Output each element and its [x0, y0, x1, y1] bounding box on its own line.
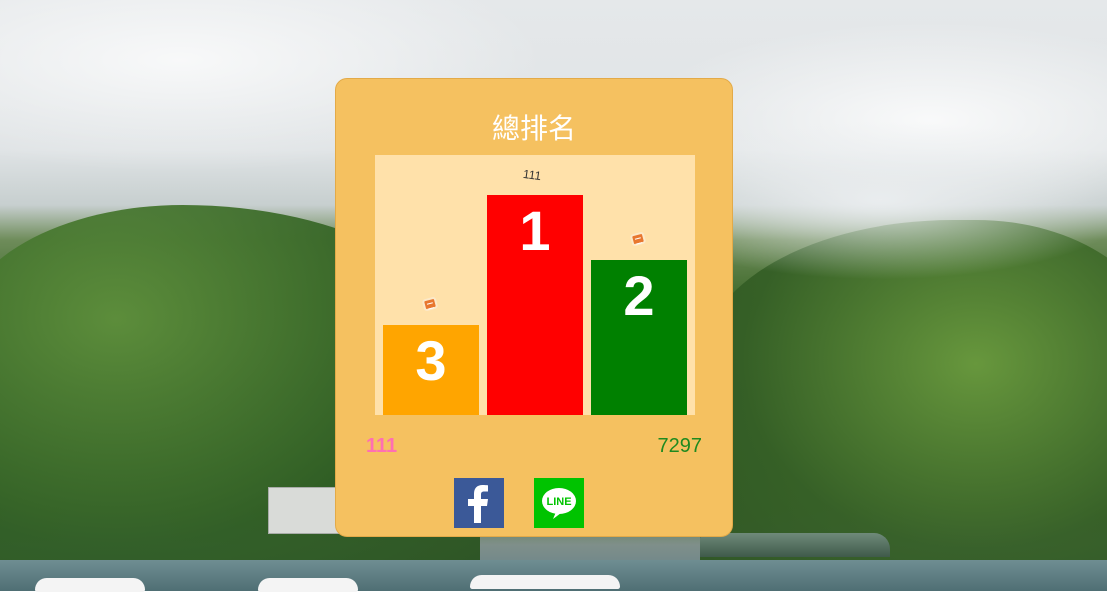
boat	[470, 575, 620, 589]
line-share-button[interactable]: LINE	[534, 478, 584, 528]
bar-label: 1	[519, 199, 551, 262]
facebook-icon	[454, 478, 504, 528]
ranking-card: 總排名 3 1 2 111 111 7297 LINE	[335, 78, 733, 537]
top-name-tag: 111	[522, 166, 543, 184]
boat	[258, 578, 358, 592]
bar-rank-1: 1	[487, 195, 583, 415]
card-title: 總排名	[491, 112, 576, 145]
boat-shed	[700, 533, 890, 557]
line-icon-text: LINE	[546, 496, 571, 508]
right-value: 7297	[657, 435, 703, 457]
left-value: 111	[366, 435, 398, 457]
rank-marker-icon	[629, 231, 647, 247]
boat	[35, 578, 145, 592]
facebook-share-button[interactable]	[454, 478, 504, 528]
building	[268, 487, 340, 534]
bar-rank-3: 3	[383, 325, 479, 415]
line-icon: LINE	[534, 478, 584, 528]
bar-rank-2: 2	[591, 260, 687, 415]
bar-label: 3	[415, 329, 447, 392]
rank-marker-icon	[421, 296, 439, 312]
ranking-chart: 3 1 2 111	[375, 155, 695, 415]
bar-label: 2	[623, 264, 655, 327]
